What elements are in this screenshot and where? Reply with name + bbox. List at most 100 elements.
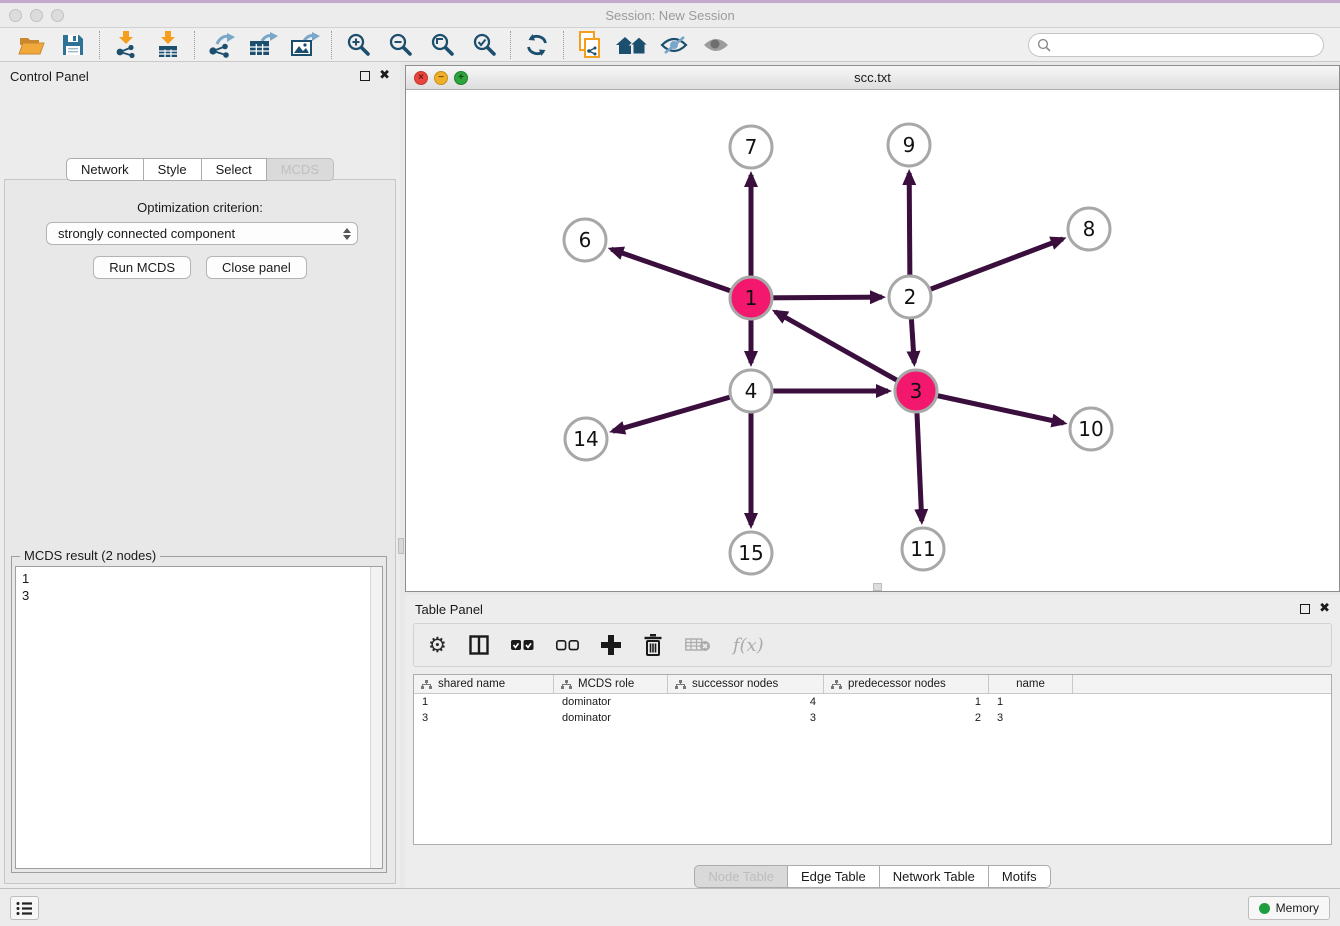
cell-name[interactable]: 1 — [989, 696, 1073, 708]
import-table-icon — [156, 31, 180, 58]
delete-table-button[interactable] — [685, 630, 711, 660]
plus-icon — [601, 635, 621, 655]
export-image-button[interactable] — [284, 29, 326, 60]
result-scrollbar[interactable] — [370, 567, 382, 868]
cell-successor-nodes[interactable]: 4 — [668, 696, 824, 708]
split-columns-icon — [469, 635, 489, 655]
graph-node-label: 1 — [745, 286, 758, 310]
export-network-button[interactable] — [200, 29, 242, 60]
close-panel-button[interactable]: Close panel — [206, 256, 307, 279]
toggle-panel-split-button[interactable] — [469, 630, 489, 660]
zoom-out-button[interactable] — [379, 29, 421, 60]
close-table-panel-icon[interactable]: ✖ — [1319, 604, 1330, 614]
graph-node-label: 15 — [738, 541, 763, 565]
control-panel-tabs: Network Style Select MCDS — [0, 158, 400, 181]
memory-status-icon — [1259, 903, 1270, 914]
cell-successor-nodes[interactable]: 3 — [668, 712, 824, 724]
search-input[interactable] — [1056, 38, 1315, 52]
graph-edge-3-10[interactable] — [916, 391, 1064, 423]
import-table-button[interactable] — [147, 29, 189, 60]
add-column-button[interactable] — [601, 630, 621, 660]
graph-node-label: 10 — [1078, 417, 1103, 441]
graph-edge-3-1[interactable] — [775, 312, 916, 391]
function-builder-button[interactable]: f(x) — [733, 630, 764, 660]
table-toolbar: ⚙ — [413, 623, 1332, 667]
table-options-button[interactable]: ⚙ — [428, 630, 447, 660]
network-view-title: scc.txt — [406, 70, 1339, 85]
toolbar-separator — [331, 31, 332, 59]
trash-icon — [643, 634, 663, 656]
import-network-button[interactable] — [105, 29, 147, 60]
search-box — [1028, 33, 1324, 57]
column-header-successor-nodes[interactable]: successor nodes — [668, 675, 824, 693]
criterion-dropdown[interactable]: strongly connected component — [46, 222, 358, 245]
save-session-button[interactable] — [52, 29, 94, 60]
tab-node-table[interactable]: Node Table — [694, 865, 788, 888]
show-hidden-button[interactable] — [695, 29, 737, 60]
table-row[interactable]: 1 dominator 4 1 1 — [414, 694, 1331, 710]
control-panel-header: Control Panel ✖ — [0, 62, 400, 90]
tab-motifs[interactable]: Motifs — [989, 865, 1051, 888]
graph-node-label: 4 — [745, 379, 758, 403]
apply-layout-button[interactable] — [516, 29, 558, 60]
zoom-in-button[interactable] — [337, 29, 379, 60]
graph-node-label: 3 — [910, 379, 923, 403]
table-row[interactable]: 3 dominator 3 2 3 — [414, 710, 1331, 726]
cell-shared-name[interactable]: 1 — [414, 696, 554, 708]
show-all-button[interactable] — [611, 29, 653, 60]
table-header-row: shared name MCDS role successor nodes pr… — [414, 675, 1331, 694]
network-canvas[interactable]: 1234678910111415 — [406, 90, 1339, 591]
cell-predecessor-nodes[interactable]: 1 — [824, 696, 989, 708]
network-view-window: × − + scc.txt 1234678910111415 — [405, 65, 1340, 592]
export-network-icon — [207, 32, 235, 58]
table-panel-tabs: Node Table Edge Table Network Table Moti… — [405, 865, 1340, 888]
tab-network[interactable]: Network — [66, 158, 144, 181]
zoom-selected-button[interactable] — [463, 29, 505, 60]
column-header-name[interactable]: name — [989, 675, 1073, 693]
cell-mcds-role[interactable]: dominator — [554, 712, 668, 724]
table-panel-title: Table Panel — [415, 602, 483, 617]
cell-name[interactable]: 3 — [989, 712, 1073, 724]
mcds-result-group: MCDS result (2 nodes) 1 3 — [11, 556, 387, 873]
run-mcds-button[interactable]: Run MCDS — [93, 256, 191, 279]
graph-node-label: 9 — [903, 133, 916, 157]
select-all-columns-button[interactable] — [511, 630, 534, 660]
list-icon — [16, 901, 33, 916]
cell-shared-name[interactable]: 3 — [414, 712, 554, 724]
deselect-all-columns-button[interactable] — [556, 630, 579, 660]
toolbar-separator — [563, 31, 564, 59]
graph-node-label: 8 — [1083, 217, 1096, 241]
copy-network-view-button[interactable] — [569, 29, 611, 60]
column-header-predecessor-nodes[interactable]: predecessor nodes — [824, 675, 989, 693]
float-table-panel-icon[interactable] — [1300, 604, 1310, 614]
zoom-selected-icon — [472, 32, 497, 57]
window-title: Session: New Session — [0, 8, 1340, 23]
gear-icon: ⚙ — [428, 635, 447, 656]
open-session-button[interactable] — [10, 29, 52, 60]
cell-mcds-role[interactable]: dominator — [554, 696, 668, 708]
cell-predecessor-nodes[interactable]: 2 — [824, 712, 989, 724]
tab-network-table[interactable]: Network Table — [880, 865, 989, 888]
zoom-fit-button[interactable] — [421, 29, 463, 60]
tab-edge-table[interactable]: Edge Table — [788, 865, 880, 888]
delete-column-button[interactable] — [643, 630, 663, 660]
graph-edge-2-8[interactable] — [910, 239, 1063, 297]
tab-style[interactable]: Style — [144, 158, 202, 181]
splitter-grip[interactable] — [398, 538, 404, 554]
canvas-resize-grip[interactable] — [873, 583, 882, 591]
mcds-result-area[interactable]: 1 3 — [15, 566, 383, 869]
float-panel-icon[interactable] — [360, 71, 370, 81]
graph-node-label: 6 — [579, 228, 592, 252]
close-panel-icon[interactable]: ✖ — [379, 71, 390, 81]
memory-button[interactable]: Memory — [1248, 896, 1330, 920]
task-history-button[interactable] — [10, 896, 39, 920]
tab-mcds[interactable]: MCDS — [267, 158, 334, 181]
network-view-titlebar[interactable]: × − + scc.txt — [406, 66, 1339, 90]
export-table-button[interactable] — [242, 29, 284, 60]
hide-selected-button[interactable] — [653, 29, 695, 60]
column-header-shared-name[interactable]: shared name — [414, 675, 554, 693]
tab-select[interactable]: Select — [202, 158, 267, 181]
zoom-out-icon — [388, 32, 413, 57]
table-panel-header: Table Panel ✖ — [405, 595, 1340, 623]
column-header-mcds-role[interactable]: MCDS role — [554, 675, 668, 693]
